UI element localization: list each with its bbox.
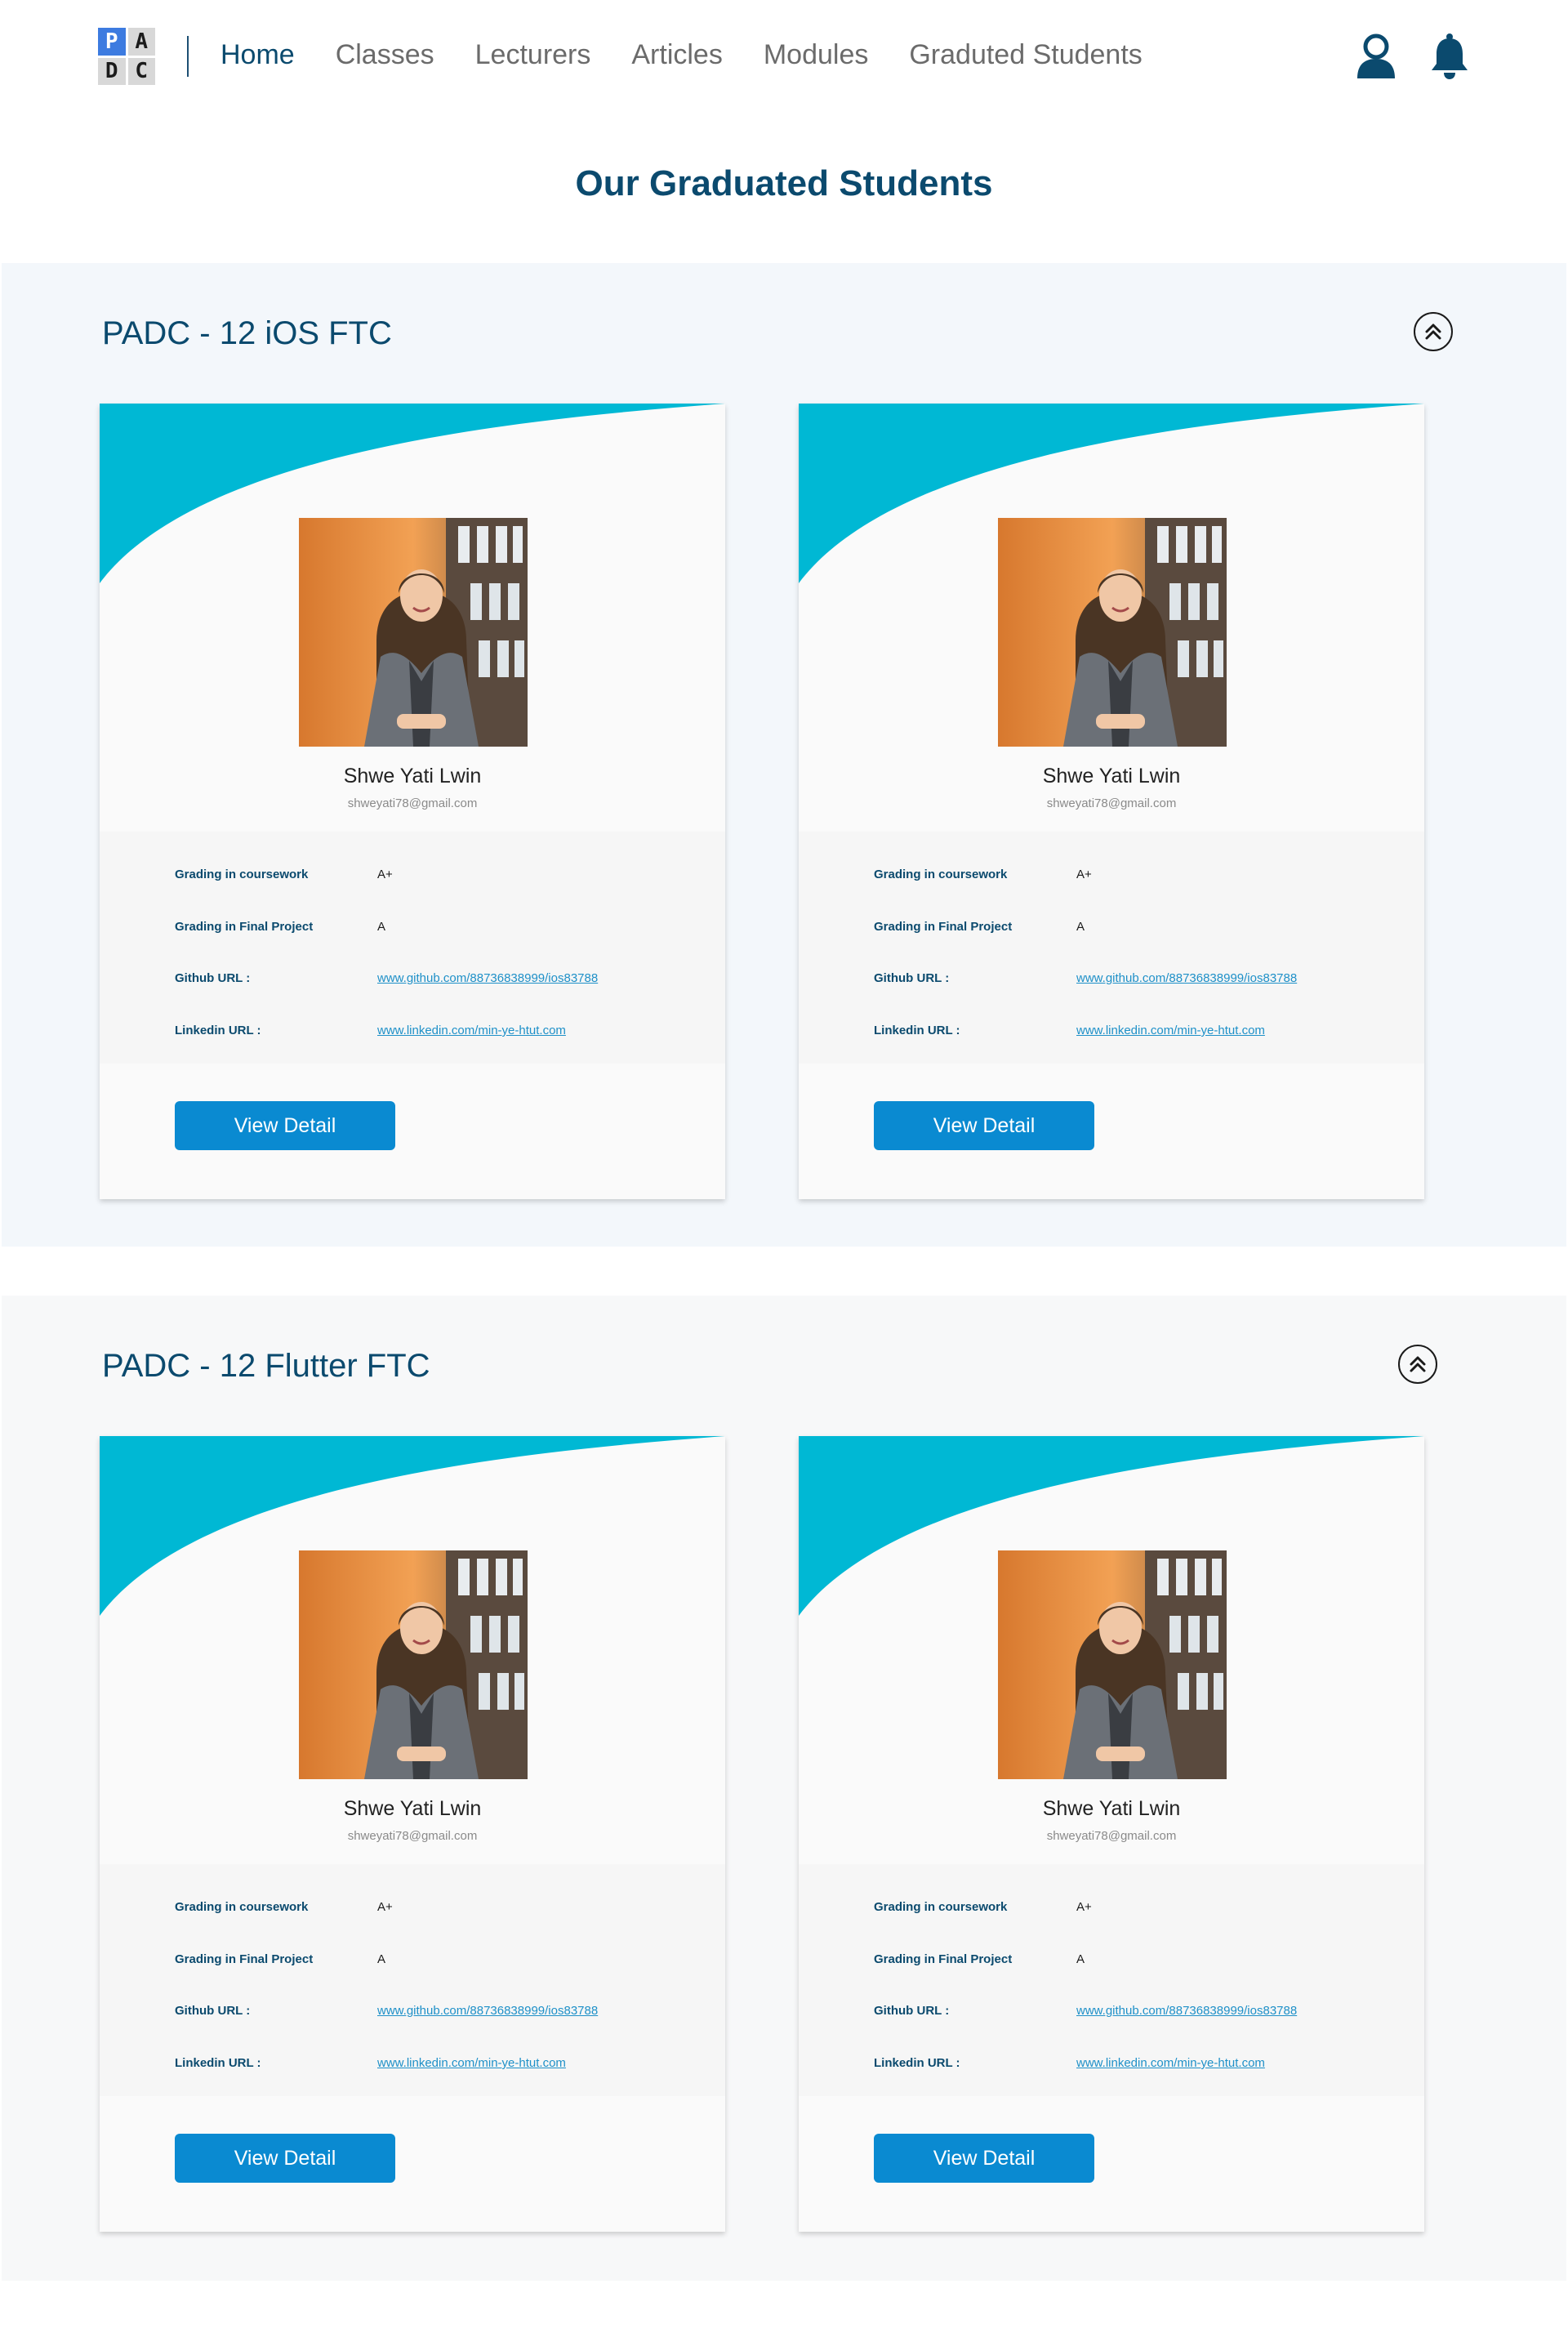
student-info: Grading in coursework A+ Grading in Fina… (799, 832, 1424, 1064)
nav-link-graduated-students[interactable]: Graduted Students (909, 39, 1142, 71)
logo-letter: A (127, 28, 155, 56)
nav-link-articles[interactable]: Articles (631, 39, 722, 71)
logo-letter: C (127, 57, 155, 85)
field-label: Github URL : (874, 2004, 950, 2018)
page-title: Our Graduated Students (575, 163, 993, 203)
student-photo (998, 1550, 1227, 1779)
github-link[interactable]: www.github.com/88736838999/ios83788 (1076, 2004, 1297, 2018)
student-name: Shwe Yati Lwin (343, 1797, 482, 1820)
nav-link-home[interactable]: Home (220, 39, 295, 71)
view-detail-button[interactable]: View Detail (175, 2134, 395, 2183)
student-email: shweyati78@gmail.com (1046, 796, 1177, 810)
class-section: PADC - 12 Flutter FTC Shwe Yati Lwin shw… (2, 1296, 1566, 2281)
student-email: shweyati78@gmail.com (347, 1829, 478, 1843)
nav-link-modules[interactable]: Modules (764, 39, 869, 71)
github-link[interactable]: www.github.com/88736838999/ios83788 (377, 2004, 598, 2018)
student-info: Grading in coursework A+ Grading in Fina… (799, 1864, 1424, 2096)
view-detail-button[interactable]: View Detail (874, 1101, 1094, 1150)
student-photo (998, 518, 1227, 747)
student-name: Shwe Yati Lwin (1042, 1797, 1181, 1820)
field-value: A (377, 920, 386, 934)
logo-letter: D (98, 57, 126, 85)
collapse-button[interactable] (1414, 312, 1453, 351)
field-value: A (1076, 1952, 1085, 1966)
double-chevron-up-icon (1425, 323, 1441, 340)
field-label: Grading in coursework (874, 1900, 1008, 1914)
nav-links: Home Classes Lecturers Articles Modules … (220, 39, 1143, 71)
double-chevron-up-icon (1410, 1356, 1426, 1372)
nav-link-classes[interactable]: Classes (336, 39, 434, 71)
student-photo (299, 1550, 528, 1779)
student-card: Shwe Yati Lwin shweyati78@gmail.com Grad… (100, 1436, 725, 2232)
field-value: A (377, 1952, 386, 1966)
field-label: Grading in Final Project (175, 1952, 314, 1966)
field-value: A+ (1076, 868, 1092, 881)
student-email: shweyati78@gmail.com (347, 796, 478, 810)
logo-letter: P (98, 28, 126, 56)
linkedin-link[interactable]: www.linkedin.com/min-ye-htut.com (377, 1024, 566, 1037)
bell-icon[interactable] (1428, 33, 1472, 80)
linkedin-link[interactable]: www.linkedin.com/min-ye-htut.com (377, 2056, 566, 2070)
field-value: A+ (377, 868, 393, 881)
student-card: Shwe Yati Lwin shweyati78@gmail.com Grad… (799, 404, 1424, 1199)
field-label: Linkedin URL : (175, 2056, 261, 2070)
student-photo (299, 518, 528, 747)
field-label: Grading in coursework (175, 1900, 309, 1914)
section-title: PADC - 12 Flutter FTC (102, 1348, 430, 1384)
student-card: Shwe Yati Lwin shweyati78@gmail.com Grad… (799, 1436, 1424, 2232)
field-label: Linkedin URL : (874, 1024, 960, 1037)
field-label: Grading in Final Project (175, 920, 314, 934)
field-label: Github URL : (175, 2004, 251, 2018)
field-value: A (1076, 920, 1085, 934)
view-detail-button[interactable]: View Detail (175, 1101, 395, 1150)
student-card: Shwe Yati Lwin shweyati78@gmail.com Grad… (100, 404, 725, 1199)
field-label: Linkedin URL : (175, 1024, 261, 1037)
field-label: Grading in coursework (175, 868, 309, 881)
field-value: A+ (1076, 1900, 1092, 1914)
linkedin-link[interactable]: www.linkedin.com/min-ye-htut.com (1076, 2056, 1265, 2070)
student-info: Grading in coursework A+ Grading in Fina… (100, 832, 725, 1064)
view-detail-button[interactable]: View Detail (874, 2134, 1094, 2183)
github-link[interactable]: www.github.com/88736838999/ios83788 (1076, 971, 1297, 985)
field-label: Github URL : (874, 971, 950, 985)
field-label: Github URL : (175, 971, 251, 985)
nav-divider (187, 36, 189, 77)
student-email: shweyati78@gmail.com (1046, 1829, 1177, 1843)
top-nav: P A D C Home Classes Lecturers Articles … (0, 0, 1568, 116)
field-label: Linkedin URL : (874, 2056, 960, 2070)
user-icon[interactable] (1354, 33, 1398, 80)
padc-logo[interactable]: P A D C (98, 28, 155, 85)
field-label: Grading in coursework (874, 868, 1008, 881)
student-name: Shwe Yati Lwin (1042, 765, 1181, 787)
class-section: PADC - 12 iOS FTC Shwe Yati Lwin shweyat… (2, 263, 1566, 1247)
section-title: PADC - 12 iOS FTC (102, 315, 392, 351)
field-value: A+ (377, 1900, 393, 1914)
collapse-button[interactable] (1398, 1345, 1437, 1384)
student-name: Shwe Yati Lwin (343, 765, 482, 787)
linkedin-link[interactable]: www.linkedin.com/min-ye-htut.com (1076, 1024, 1265, 1037)
field-label: Grading in Final Project (874, 1952, 1013, 1966)
nav-link-lecturers[interactable]: Lecturers (475, 39, 591, 71)
field-label: Grading in Final Project (874, 920, 1013, 934)
student-info: Grading in coursework A+ Grading in Fina… (100, 1864, 725, 2096)
github-link[interactable]: www.github.com/88736838999/ios83788 (377, 971, 598, 985)
